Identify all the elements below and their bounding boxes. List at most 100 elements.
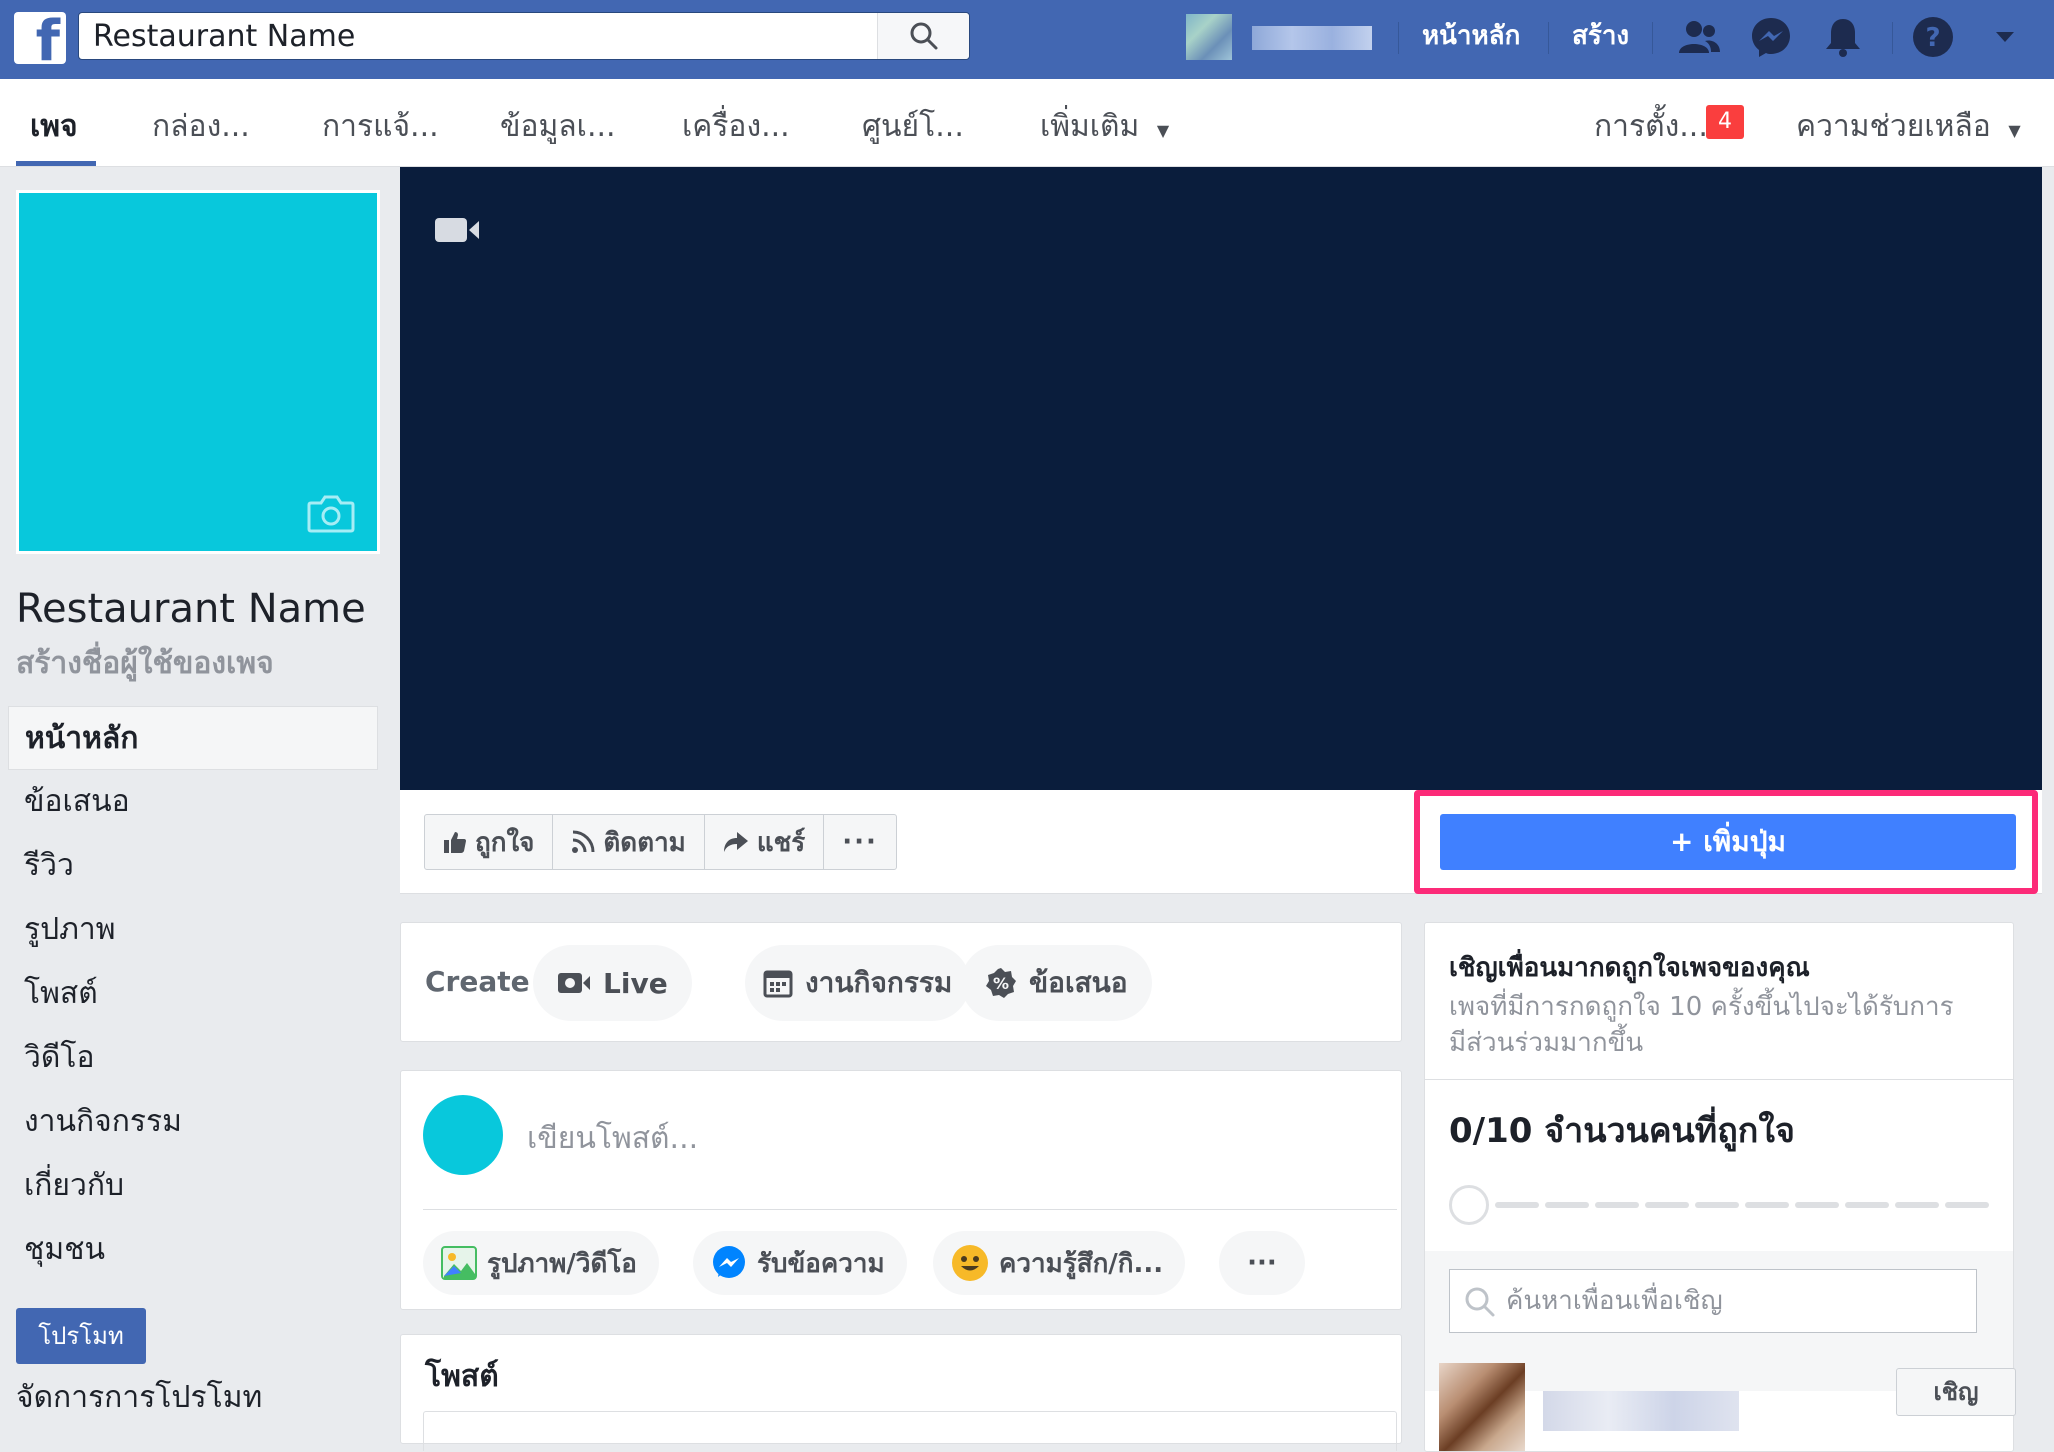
sidebar-item-home[interactable]: หน้าหลัก	[8, 706, 378, 770]
tab-help[interactable]: ความช่วยเหลือ ▼	[1796, 79, 2021, 167]
profile-picture[interactable]	[16, 190, 380, 554]
sidebar-item-community[interactable]: ชุมชน	[8, 1218, 378, 1282]
page-side-navigation: หน้าหลัก ข้อเสนอ รีวิว รูปภาพ โพสต์ วิดี…	[8, 706, 378, 1282]
camera-icon[interactable]	[307, 495, 355, 533]
rss-feed-icon	[572, 830, 595, 853]
more-composer-options-button[interactable]: ···	[1219, 1231, 1305, 1295]
likes-progress-count: 0/10 จำนวนคนที่ถูกใจ	[1449, 1111, 1795, 1151]
sidebar-item-posts[interactable]: โพสต์	[8, 962, 378, 1026]
thumbs-up-icon	[444, 832, 466, 853]
progress-segment	[1845, 1202, 1889, 1208]
tab-settings[interactable]: การตั้ง...	[1594, 79, 1708, 167]
divider	[1425, 1079, 2013, 1080]
progress-segment	[1745, 1202, 1789, 1208]
notifications-bell-icon[interactable]	[1820, 14, 1866, 60]
progress-segment	[1645, 1202, 1689, 1208]
event-label: งานกิจกรรม	[805, 966, 953, 999]
search-icon	[910, 22, 937, 50]
photo-video-label: รูปภาพ/วิดีโอ	[487, 1248, 637, 1279]
posts-list	[423, 1411, 1397, 1451]
tab-inbox[interactable]: กล่อง...	[152, 79, 250, 167]
sidebar-item-about[interactable]: เกี่ยวกับ	[8, 1154, 378, 1218]
avatar	[423, 1095, 503, 1175]
tab-more-label: เพิ่มเติม	[1040, 109, 1140, 144]
progress-segment	[1495, 1202, 1539, 1208]
sidebar-item-videos[interactable]: วิดีโอ	[8, 1026, 378, 1090]
write-post-input[interactable]: เขียนโพสต์...	[527, 1115, 698, 1162]
tab-ad-center[interactable]: ศูนย์โ...	[862, 79, 964, 167]
sidebar-item-reviews[interactable]: รีวิว	[8, 834, 378, 898]
search-input[interactable]	[79, 13, 879, 59]
tab-page[interactable]: เพจ	[30, 79, 78, 167]
svg-text:%: %	[993, 974, 1009, 993]
smiley-face-icon	[952, 1245, 988, 1281]
post-composer-card: เขียนโพสต์... รูปภาพ/วิดีโอ รับข้อความ ค…	[400, 1070, 1402, 1310]
avatar	[1186, 14, 1232, 60]
facebook-logo-icon[interactable]: f	[14, 12, 66, 64]
sidebar-item-offers[interactable]: ข้อเสนอ	[8, 770, 378, 834]
invite-friend-button[interactable]: เชิญ	[1896, 1368, 2016, 1416]
add-button-cta[interactable]: + เพิ่มปุ่ม	[1440, 814, 2016, 870]
calendar-icon	[763, 970, 793, 998]
posts-card: โพสต์	[400, 1334, 1402, 1451]
top-navigation-bar: f หน้าหลัก สร้าง	[0, 0, 2054, 79]
account-menu-chevron-down-icon[interactable]	[1982, 14, 2028, 60]
posts-section-title: โพสต์	[425, 1359, 499, 1394]
progress-segment	[1795, 1202, 1839, 1208]
home-link[interactable]: หน้าหลัก	[1422, 14, 1520, 58]
sidebar-item-photos[interactable]: รูปภาพ	[8, 898, 378, 962]
live-label: Live	[603, 966, 668, 1000]
page-action-buttons: ถูกใจ ติดตาม แชร์ ···	[424, 814, 897, 870]
share-button[interactable]: แชร์	[705, 815, 825, 869]
offer-label: ข้อเสนอ	[1029, 966, 1128, 999]
user-name-blurred	[1252, 26, 1372, 50]
create-event-button[interactable]: งานกิจกรรม	[745, 945, 971, 1021]
invite-description: เพจที่มีการกดถูกใจ 10 ครั้งขึ้นไปจะได้รั…	[1449, 992, 1954, 1058]
offer-percent-icon: %	[986, 968, 1016, 998]
help-icon[interactable]: ?	[1910, 14, 1956, 60]
invite-search-input[interactable]	[1504, 1270, 1964, 1332]
photo-video-button[interactable]: รูปภาพ/วิดีโอ	[423, 1231, 659, 1295]
video-camera-icon[interactable]	[434, 215, 480, 245]
follow-button[interactable]: ติดตาม	[553, 815, 705, 869]
tab-notifications[interactable]: การแจ้...	[322, 79, 439, 167]
more-horizontal-icon: ···	[842, 827, 878, 857]
feeling-activity-label: ความรู้สึก/กิ...	[999, 1248, 1164, 1279]
progress-segment	[1545, 1202, 1589, 1208]
create-link[interactable]: สร้าง	[1572, 14, 1629, 58]
messenger-icon	[713, 1246, 745, 1278]
follow-label: ติดตาม	[603, 827, 686, 858]
get-messages-button[interactable]: รับข้อความ	[693, 1231, 907, 1295]
svg-text:?: ?	[1925, 23, 1940, 53]
profile-link[interactable]	[1186, 14, 1382, 60]
feeling-activity-button[interactable]: ความรู้สึก/กิ...	[933, 1231, 1186, 1295]
invite-search-box	[1449, 1269, 1977, 1333]
caret-down-icon: ▼	[1156, 121, 1170, 140]
manage-promotions-link[interactable]: จัดการการโปรโมท	[16, 1374, 262, 1421]
progress-segment	[1945, 1202, 1989, 1208]
likes-progress-bar	[1449, 1185, 1989, 1225]
tab-publishing-tools[interactable]: เครื่อง...	[682, 79, 790, 167]
messenger-icon[interactable]	[1748, 14, 1794, 60]
sidebar-item-events[interactable]: งานกิจกรรม	[8, 1090, 378, 1154]
share-label: แชร์	[756, 827, 806, 858]
nav-separator	[1548, 22, 1549, 54]
invite-title: เชิญเพื่อนมากดถูกใจเพจของคุณ	[1449, 953, 1810, 983]
create-username-link[interactable]: สร้างชื่อผู้ใช้ของเพจ	[16, 640, 274, 687]
more-actions-button[interactable]: ···	[824, 815, 896, 869]
tab-insights[interactable]: ข้อมูลเ...	[500, 79, 616, 167]
nav-separator	[1892, 22, 1893, 54]
create-offer-button[interactable]: % ข้อเสนอ	[961, 945, 1152, 1021]
nav-separator	[1398, 22, 1399, 54]
promote-button[interactable]: โปรโมท	[16, 1308, 146, 1364]
progress-segment	[1595, 1202, 1639, 1208]
nav-separator	[1652, 22, 1653, 54]
create-live-button[interactable]: Live	[533, 945, 692, 1021]
tab-more[interactable]: เพิ่มเติม ▼	[1040, 79, 1169, 167]
friend-requests-icon[interactable]	[1676, 14, 1722, 60]
search-button[interactable]	[877, 13, 969, 59]
like-button[interactable]: ถูกใจ	[425, 815, 554, 869]
tab-help-label: ความช่วยเหลือ	[1796, 109, 1991, 144]
cover-area[interactable]	[400, 167, 2042, 790]
create-label: Create	[425, 965, 530, 998]
